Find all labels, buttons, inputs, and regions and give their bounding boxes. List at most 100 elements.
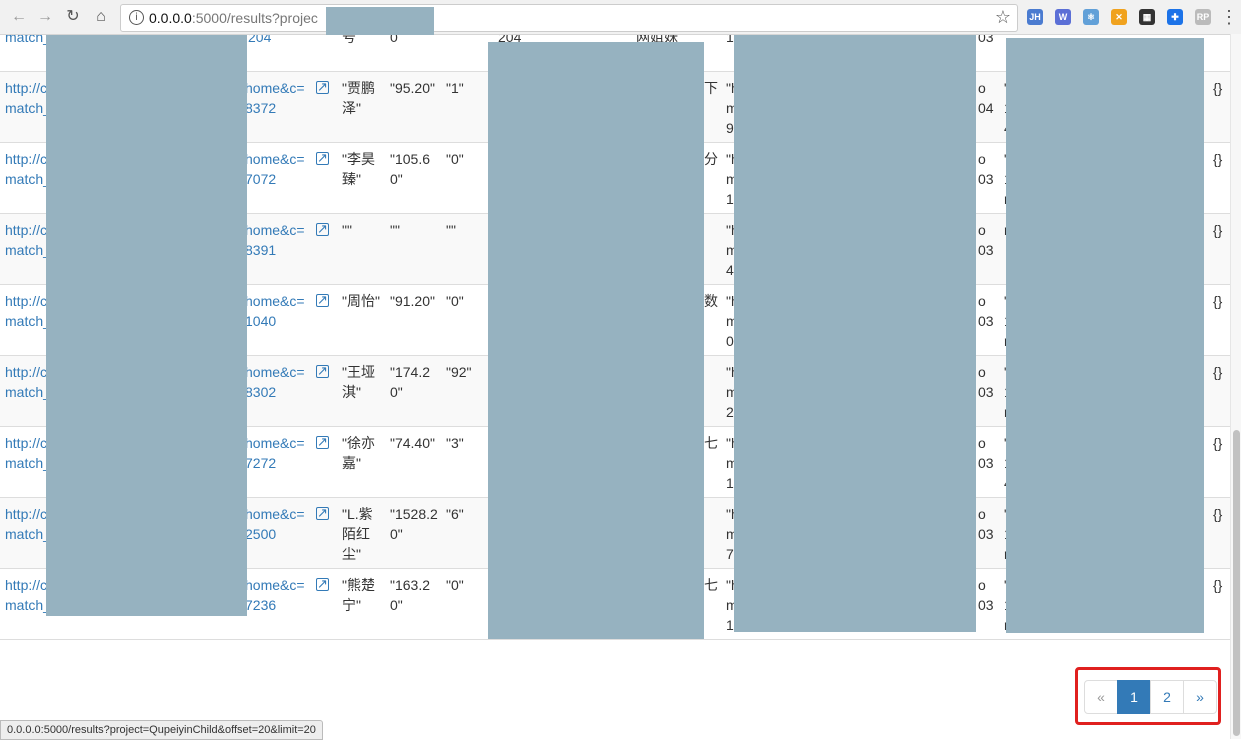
- row-count: "92": [446, 364, 472, 380]
- forward-icon[interactable]: →: [34, 6, 56, 28]
- row-link-2[interactable]: home&c=: [245, 220, 305, 240]
- row-count: "0": [446, 151, 464, 167]
- home-icon[interactable]: ⌂: [90, 6, 112, 28]
- row-fragment: 数: [704, 293, 718, 309]
- row-object: {}: [1213, 435, 1223, 451]
- bookmark-star-icon[interactable]: ☆: [995, 7, 1011, 28]
- row-link[interactable]: http://c: [5, 78, 47, 98]
- row-value: "95.20": [390, 80, 435, 96]
- url-path: :5000/results?projec: [191, 10, 318, 26]
- row-link-2[interactable]: 7236: [245, 595, 276, 615]
- external-link-icon[interactable]: ↗: [316, 578, 329, 591]
- row-fragment: o: [978, 435, 986, 451]
- extension-icon[interactable]: ✚: [1167, 9, 1183, 25]
- row-link-2[interactable]: 8302: [245, 382, 276, 402]
- row-fragment: 03: [978, 384, 994, 400]
- row-value: "74.40": [390, 435, 435, 451]
- redaction-mask: [734, 34, 976, 632]
- row-link-2[interactable]: 8391: [245, 240, 276, 260]
- row-link-2[interactable]: home&c=: [245, 504, 305, 524]
- row-link-2[interactable]: 7272: [245, 453, 276, 473]
- info-icon[interactable]: i: [129, 10, 144, 25]
- redaction-mask: [46, 28, 247, 616]
- back-icon[interactable]: ←: [8, 6, 30, 28]
- external-link-icon[interactable]: ↗: [316, 294, 329, 307]
- menu-icon[interactable]: ⋮: [1218, 6, 1240, 28]
- row-link[interactable]: http://c: [5, 291, 47, 311]
- redaction-mask: [326, 7, 434, 35]
- row-fragment: 七: [704, 577, 718, 593]
- row-link-2[interactable]: 1040: [245, 311, 276, 331]
- extension-icon[interactable]: ✕: [1111, 9, 1127, 25]
- row-link-2[interactable]: 7072: [245, 169, 276, 189]
- row-name: "L.紫陌红尘": [342, 506, 373, 562]
- pagination-page-1[interactable]: 1: [1117, 680, 1151, 714]
- row-fragment: 03: [978, 313, 994, 329]
- row-link-2[interactable]: home&c=: [245, 78, 305, 98]
- row-link[interactable]: match_: [5, 382, 51, 402]
- row-value: "91.20": [390, 293, 435, 309]
- row-fragment: 分: [704, 151, 718, 167]
- row-link-2[interactable]: home&c=: [245, 149, 305, 169]
- external-link-icon[interactable]: ↗: [316, 365, 329, 378]
- row-fragment: 03: [978, 171, 994, 187]
- url-text[interactable]: 0.0.0.0:5000/results?projec: [149, 10, 318, 26]
- extension-icon[interactable]: JH: [1027, 9, 1043, 25]
- row-value: "": [390, 222, 400, 238]
- row-fragment: o: [978, 293, 986, 309]
- row-name: "王垭淇": [342, 364, 375, 400]
- row-link[interactable]: http://c: [5, 362, 47, 382]
- row-link-2[interactable]: 8372: [245, 98, 276, 118]
- status-bar-url: 0.0.0.0:5000/results?project=QupeiyinChi…: [0, 720, 323, 740]
- pagination: « 1 2 »: [1084, 680, 1217, 714]
- row-link[interactable]: match_: [5, 169, 51, 189]
- row-link[interactable]: match_: [5, 453, 51, 473]
- reload-icon[interactable]: ↻: [62, 6, 84, 28]
- row-link[interactable]: http://c: [5, 575, 47, 595]
- row-link[interactable]: http://c: [5, 433, 47, 453]
- extension-icon[interactable]: ▦: [1139, 9, 1155, 25]
- row-fragment: o: [978, 222, 986, 238]
- row-fragment: o: [978, 577, 986, 593]
- table-bottom-border: [0, 639, 1230, 640]
- row-link-2[interactable]: home&c=: [245, 433, 305, 453]
- external-link-icon[interactable]: ↗: [316, 81, 329, 94]
- row-link[interactable]: match_: [5, 98, 51, 118]
- extension-icon[interactable]: ⚛: [1083, 9, 1099, 25]
- row-link[interactable]: http://c: [5, 149, 47, 169]
- pagination-prev[interactable]: «: [1084, 680, 1118, 714]
- row-link[interactable]: match_: [5, 311, 51, 331]
- row-link[interactable]: http://c: [5, 220, 47, 240]
- row-name: "徐亦嘉": [342, 435, 375, 471]
- row-object: {}: [1213, 151, 1223, 167]
- row-link[interactable]: match_: [5, 524, 51, 544]
- row-link-2[interactable]: 2500: [245, 524, 276, 544]
- extension-icon[interactable]: RP: [1195, 9, 1211, 25]
- external-link-icon[interactable]: ↗: [316, 436, 329, 449]
- row-link[interactable]: match_: [5, 595, 51, 615]
- external-link-icon[interactable]: ↗: [316, 223, 329, 236]
- row-link-2[interactable]: home&c=: [245, 575, 305, 595]
- scrollbar-thumb[interactable]: [1233, 430, 1240, 736]
- row-object: {}: [1213, 364, 1223, 380]
- row-count: "": [446, 222, 456, 238]
- row-count: "3": [446, 435, 464, 451]
- row-link[interactable]: match_: [5, 240, 51, 260]
- external-link-icon[interactable]: ↗: [316, 152, 329, 165]
- pagination-next[interactable]: »: [1183, 680, 1217, 714]
- extension-icon[interactable]: W: [1055, 9, 1071, 25]
- row-fragment: 03: [978, 526, 994, 542]
- row-link-2[interactable]: home&c=: [245, 291, 305, 311]
- row-fragment: o: [978, 80, 986, 96]
- row-fragment: 03: [978, 455, 994, 471]
- row-link[interactable]: http://c: [5, 504, 47, 524]
- row-value: "163.20": [390, 577, 431, 613]
- pagination-page-2[interactable]: 2: [1150, 680, 1184, 714]
- redaction-mask: [488, 42, 704, 639]
- row-link-2[interactable]: home&c=: [245, 362, 305, 382]
- url-host: 0.0.0.0: [149, 10, 192, 26]
- row-value: "1528.20": [390, 506, 438, 542]
- address-bar[interactable]: i 0.0.0.0:5000/results?projec ☆: [120, 4, 1018, 35]
- external-link-icon[interactable]: ↗: [316, 507, 329, 520]
- row-name: "李昊臻": [342, 151, 375, 187]
